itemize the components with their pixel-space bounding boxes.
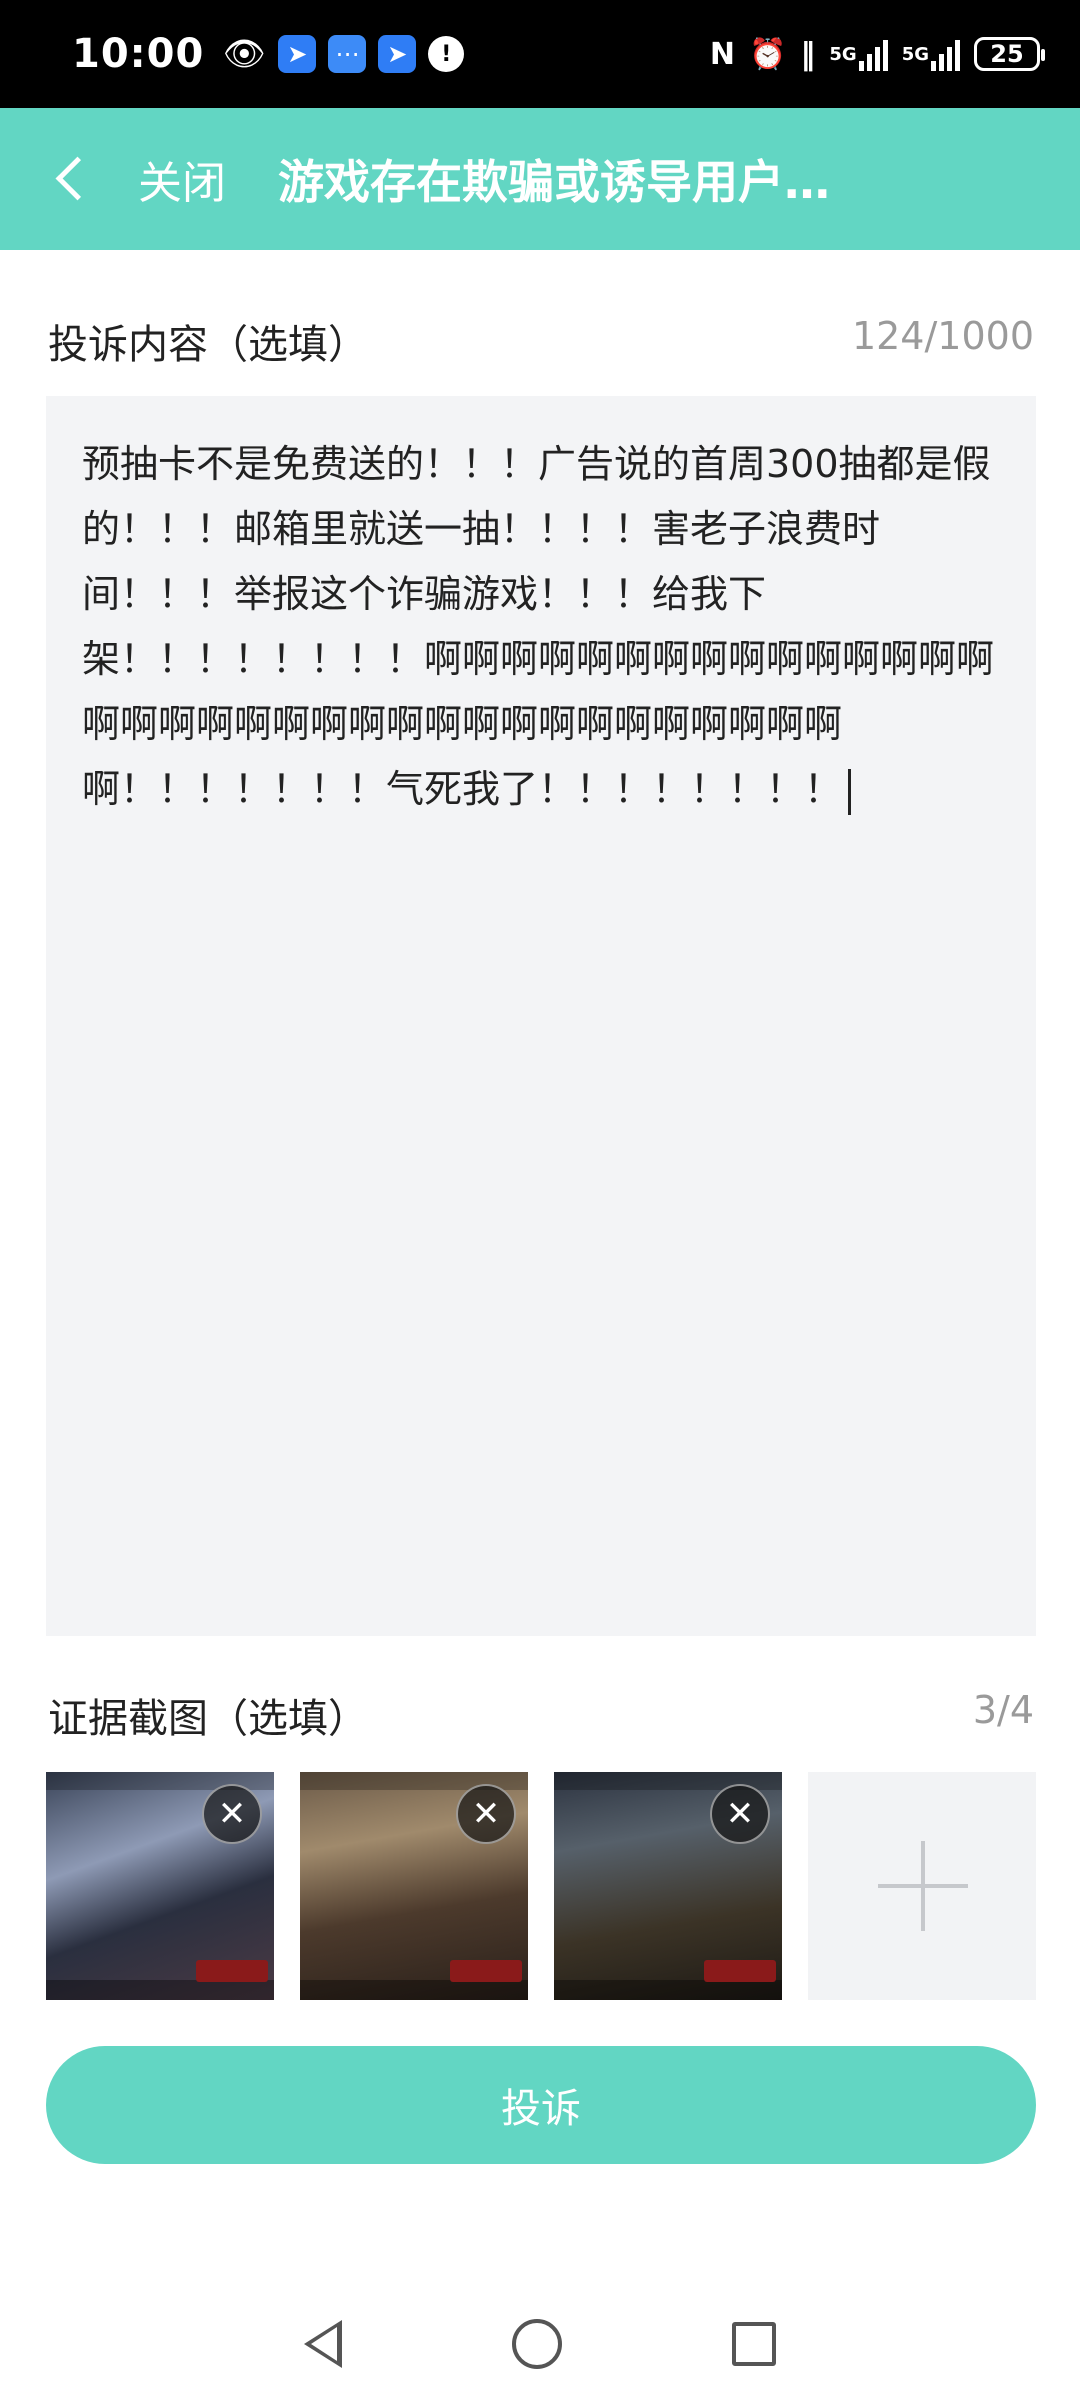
close-icon: ✕ [217,1794,247,1834]
page-title: 游戏存在欺骗或诱导用户… [278,155,830,209]
complaint-char-count: 124/1000 [851,314,1034,358]
evidence-thumbnails: ✕ ✕ ✕ [46,1772,1036,2000]
network-label: 5G [829,43,857,65]
evidence-label: 证据截图（选填） [48,1696,368,1742]
eye-icon: 👁 [222,34,266,74]
remove-thumbnail-button[interactable]: ✕ [202,1784,262,1844]
evidence-thumbnail[interactable]: ✕ [300,1772,528,2000]
app-icon: ➤ [278,35,317,73]
evidence-thumbnail[interactable]: ✕ [46,1772,274,2000]
alarm-icon: ⏰ [749,36,787,72]
back-arrow-icon[interactable] [46,149,106,209]
remove-thumbnail-button[interactable]: ✕ [710,1784,770,1844]
nav-back-icon[interactable] [304,2320,342,2368]
complaint-text: 预抽卡不是免费送的！！！广告说的首周300抽都是假的！！！邮箱里就送一抽！！！！… [82,442,995,811]
circle-app-icon: ! [428,36,465,72]
message-icon: ⋯ [328,35,367,73]
evidence-thumbnail[interactable]: ✕ [554,1772,782,2000]
vibrate-icon: ‖ [800,36,816,72]
status-right-icons: N ⏰ ‖ 5G 5G 25 [709,35,1045,73]
status-bar: 10:00 👁 ➤ ⋯ ➤ ! N ⏰ ‖ 5G 5G 25 [0,0,1080,108]
nav-home-icon[interactable] [512,2319,562,2369]
app-icon: ➤ [378,35,417,73]
system-nav-bar [0,2290,1080,2398]
battery-indicator: 25 [974,37,1045,71]
top-bar: 关闭 游戏存在欺骗或诱导用户… [0,108,1080,250]
close-icon: ✕ [725,1794,755,1834]
remove-thumbnail-button[interactable]: ✕ [456,1784,516,1844]
text-cursor [848,768,852,815]
evidence-count: 3/4 [972,1688,1034,1732]
signal-5g-icon: 5G [902,35,960,73]
close-icon: ✕ [471,1794,501,1834]
complaint-label: 投诉内容（选填） [48,322,368,368]
status-time: 10:00 [72,31,205,77]
status-left-icons: 👁 ➤ ⋯ ➤ ! [222,34,465,74]
add-screenshot-button[interactable] [808,1772,1036,2000]
nav-recents-icon[interactable] [732,2322,776,2366]
network-label: 5G [901,43,929,65]
signal-5g-icon: 5G [829,35,888,73]
nfc-icon: N [709,36,736,72]
complaint-textarea[interactable]: 预抽卡不是免费送的！！！广告说的首周300抽都是假的！！！邮箱里就送一抽！！！！… [46,396,1036,1636]
submit-complaint-button[interactable]: 投诉 [46,2046,1036,2164]
close-button[interactable]: 关闭 [138,147,226,211]
